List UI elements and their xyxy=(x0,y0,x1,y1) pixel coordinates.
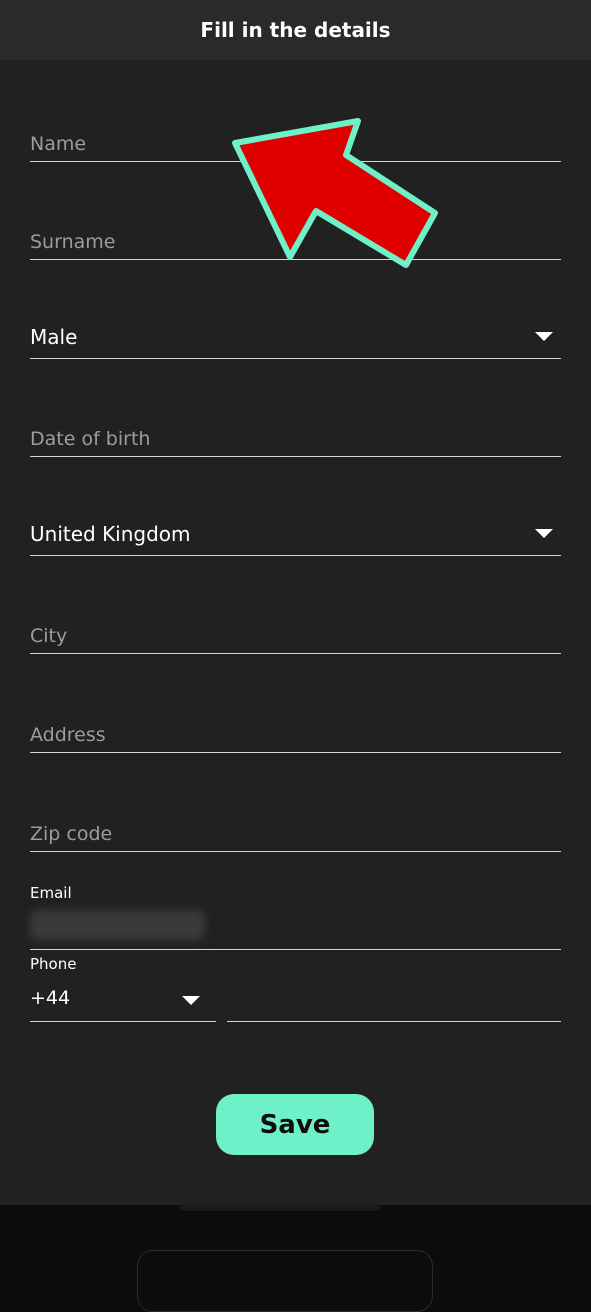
surname-input[interactable] xyxy=(30,231,510,253)
address-field[interactable] xyxy=(30,705,561,753)
chevron-down-icon xyxy=(535,529,553,538)
name-field[interactable] xyxy=(30,114,561,162)
background-button xyxy=(137,1250,433,1312)
phone-number-input[interactable] xyxy=(227,991,547,1013)
zip-code-input[interactable] xyxy=(30,823,510,845)
page-title: Fill in the details xyxy=(200,18,391,42)
dob-field[interactable] xyxy=(30,409,561,457)
country-value: United Kingdom xyxy=(30,522,191,546)
date-of-birth-input[interactable] xyxy=(30,428,510,450)
surname-field[interactable] xyxy=(30,212,561,260)
phone-number-field[interactable] xyxy=(227,972,561,1022)
email-value-redacted xyxy=(30,910,205,940)
phone-label: Phone xyxy=(30,955,77,973)
gender-value: Male xyxy=(30,325,78,349)
gender-select[interactable]: Male xyxy=(30,311,561,359)
phone-code-select[interactable]: +44 xyxy=(30,972,216,1022)
dialog-header: Fill in the details xyxy=(0,0,591,60)
country-select[interactable]: United Kingdom xyxy=(30,508,561,556)
chevron-down-icon xyxy=(535,332,553,341)
email-label: Email xyxy=(30,884,72,902)
background-content xyxy=(180,1205,380,1211)
name-input[interactable] xyxy=(30,133,510,155)
save-button[interactable]: Save xyxy=(216,1094,374,1155)
address-input[interactable] xyxy=(30,724,510,746)
city-input[interactable] xyxy=(30,625,510,647)
phone-code-value: +44 xyxy=(30,987,71,1009)
city-field[interactable] xyxy=(30,606,561,654)
zip-field[interactable] xyxy=(30,804,561,852)
chevron-down-icon xyxy=(182,996,200,1005)
